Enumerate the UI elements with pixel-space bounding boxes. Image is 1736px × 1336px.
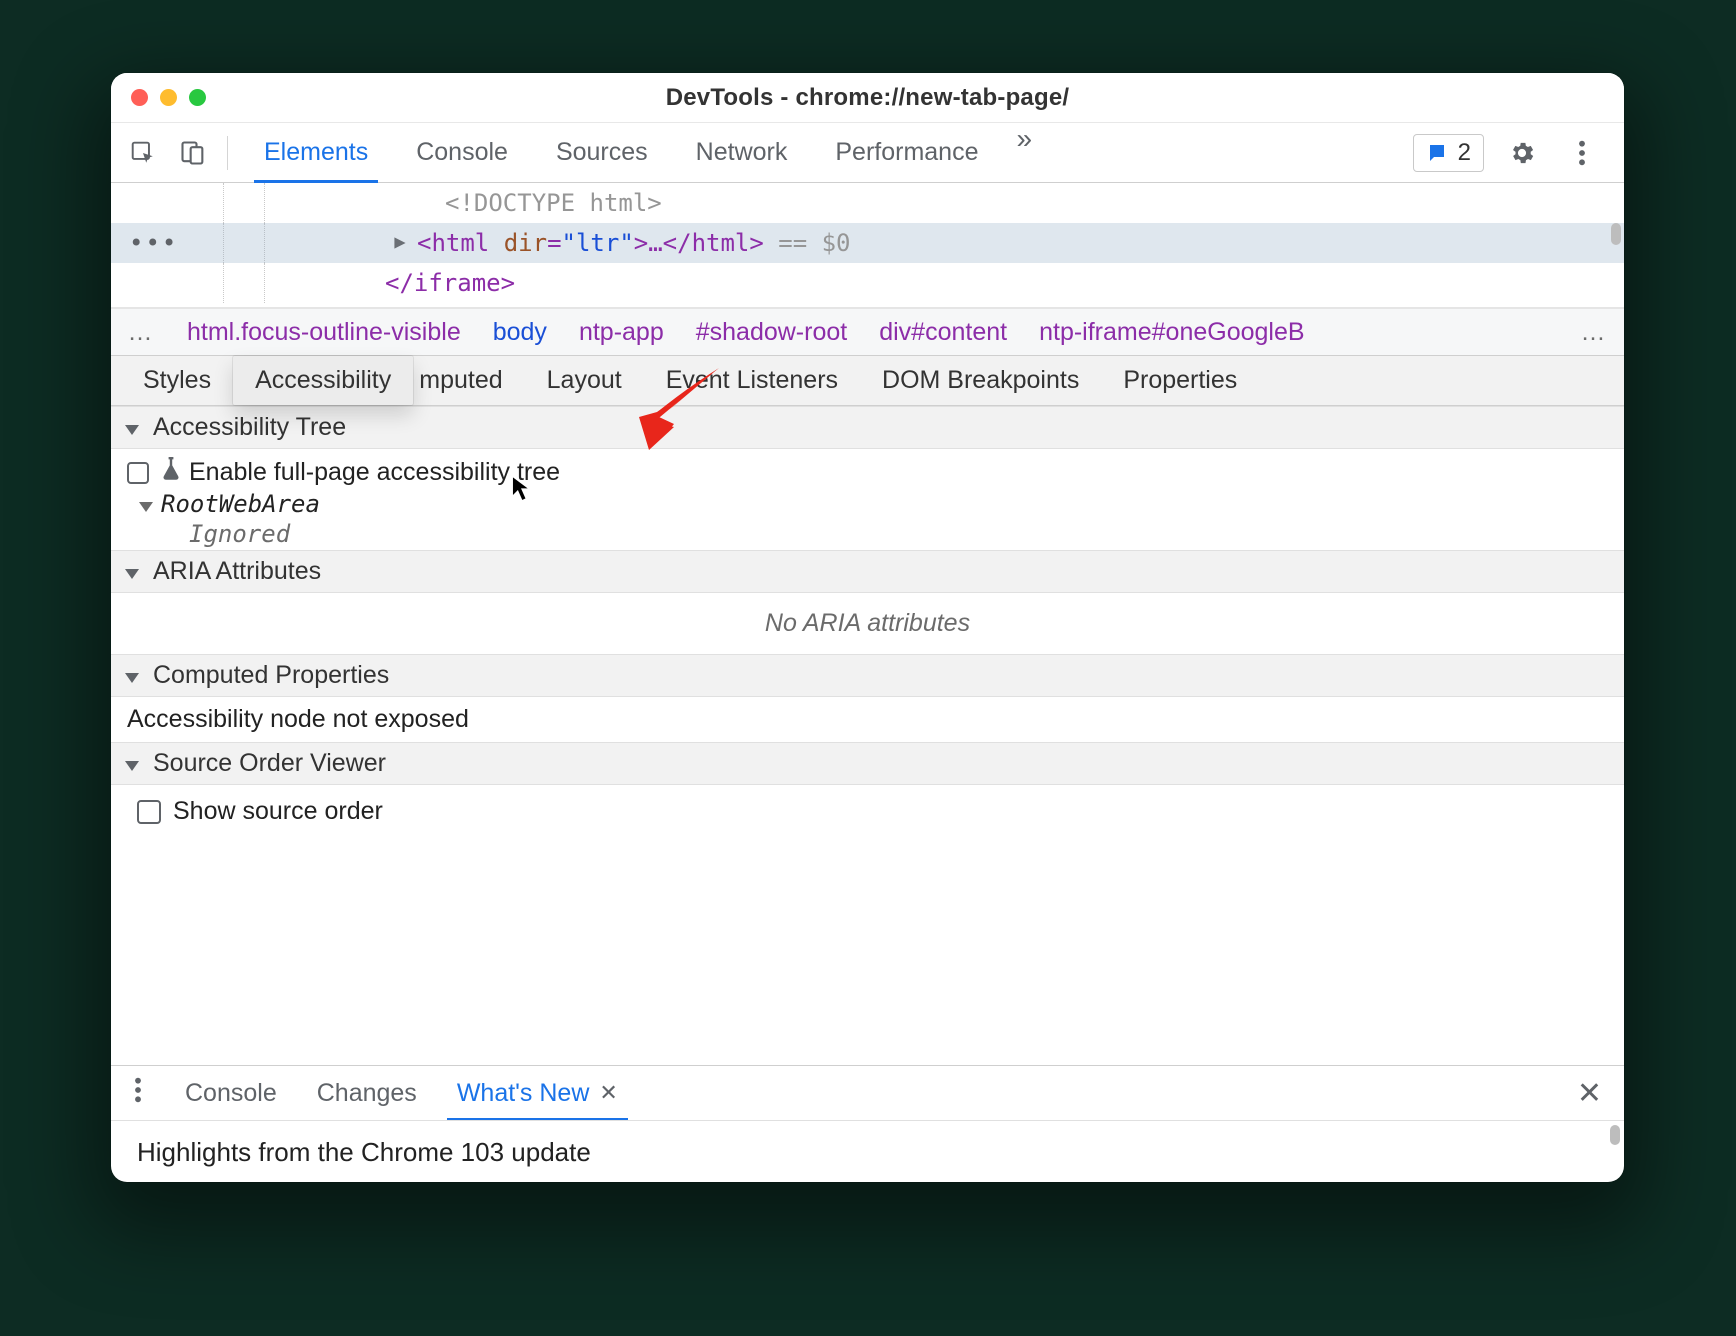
dom-tree[interactable]: <!DOCTYPE html> ••• <html dir="ltr">…</h… [111,183,1624,308]
dom-line-selected[interactable]: ••• <html dir="ltr">…</html> == $0 [111,223,1624,263]
settings-gear-icon[interactable] [1500,131,1544,175]
window-title: DevTools - chrome://new-tab-page/ [111,84,1624,112]
enable-full-page-tree-row[interactable]: Enable full-page accessibility tree [127,457,1608,488]
tree-ignored-row: Ignored [127,520,1608,548]
whats-new-heading: Highlights from the Chrome 103 update [137,1137,591,1167]
subtab-properties[interactable]: Properties [1101,356,1259,405]
tab-console[interactable]: Console [392,123,532,182]
scrollbar-thumb[interactable] [1611,223,1621,245]
computed-not-exposed: Accessibility node not exposed [111,697,1624,742]
kebab-menu-icon[interactable] [1560,131,1604,175]
dom-line[interactable]: </iframe> [111,263,1624,303]
drawer-tab-whats-new[interactable]: What's New ✕ [437,1066,638,1120]
breadcrumb-item[interactable]: html.focus-outline-visible [171,318,477,347]
more-tabs-icon[interactable]: » [1002,123,1046,182]
issues-count: 2 [1458,139,1471,167]
drawer-tab-changes[interactable]: Changes [297,1066,437,1120]
close-tab-icon[interactable]: ✕ [599,1080,617,1106]
subtab-event-listeners[interactable]: Event Listeners [644,356,860,405]
section-source-order-viewer[interactable]: Source Order Viewer [111,742,1624,785]
main-tabs: Elements Console Sources Network Perform… [240,123,1046,182]
section-aria-attributes[interactable]: ARIA Attributes [111,550,1624,593]
tab-elements[interactable]: Elements [240,123,392,182]
drawer-kebab-icon[interactable] [111,1076,165,1111]
breadcrumb-item[interactable]: div#content [863,318,1023,347]
section-title: ARIA Attributes [153,557,321,586]
tab-performance[interactable]: Performance [811,123,1002,182]
close-window-button[interactable] [131,89,148,106]
window-controls [111,89,206,106]
show-source-order-row[interactable]: Show source order [137,797,1604,826]
drawer: Console Changes What's New ✕ ✕ Highlight… [111,1065,1624,1182]
dom-line[interactable]: <!DOCTYPE html> [111,183,1624,223]
expand-icon [139,490,161,518]
checkbox-icon[interactable] [127,462,149,484]
section-computed-properties[interactable]: Computed Properties [111,654,1624,697]
inspect-element-icon[interactable] [121,131,165,175]
collapse-icon [125,557,145,586]
issues-badge[interactable]: 2 [1413,134,1484,172]
collapse-icon [125,413,145,442]
collapse-icon [125,749,145,778]
dom-tag: <html [417,223,504,263]
section-title: Computed Properties [153,661,389,690]
subtab-accessibility[interactable]: Accessibility [233,356,413,405]
drawer-tab-console[interactable]: Console [165,1066,297,1120]
close-drawer-icon[interactable]: ✕ [1555,1076,1624,1111]
tree-node-label: RootWebArea [161,490,320,518]
section-accessibility-tree[interactable]: Accessibility Tree [111,406,1624,449]
section-title: Accessibility Tree [153,413,346,442]
tab-network[interactable]: Network [672,123,812,182]
scrollbar-thumb[interactable] [1610,1125,1620,1145]
minimize-window-button[interactable] [160,89,177,106]
toolbar-divider [227,136,228,170]
aria-empty-message: No ARIA attributes [111,593,1624,654]
subtab-computed[interactable]: mputed [413,356,524,405]
breadcrumb-item[interactable]: body [477,318,563,347]
collapse-icon [125,661,145,690]
tab-sources[interactable]: Sources [532,123,672,182]
accessibility-panel: Accessibility Tree Enable full-page acce… [111,406,1624,866]
drawer-tabs: Console Changes What's New ✕ ✕ [111,1066,1624,1120]
checkbox-icon[interactable] [137,800,161,824]
checkbox-label: Show source order [173,797,383,826]
device-toolbar-icon[interactable] [171,131,215,175]
section-title: Source Order Viewer [153,749,386,778]
drawer-body: Highlights from the Chrome 103 update [111,1120,1624,1182]
breadcrumb-item[interactable]: ntp-iframe#oneGoogleB [1023,318,1320,347]
subtab-layout[interactable]: Layout [525,356,644,405]
breadcrumb-item[interactable]: #shadow-root [680,318,863,347]
breadcrumb-item[interactable]: ntp-app [563,318,680,347]
breadcrumb-overflow-left[interactable]: … [111,318,171,347]
zoom-window-button[interactable] [189,89,206,106]
subtab-styles[interactable]: Styles [121,356,233,405]
subtab-dom-breakpoints[interactable]: DOM Breakpoints [860,356,1101,405]
titlebar: DevTools - chrome://new-tab-page/ [111,73,1624,123]
breadcrumb-overflow-right[interactable]: … [1564,318,1624,347]
experiment-flask-icon [161,457,181,488]
toolbar-right: 2 [1413,131,1614,175]
main-toolbar: Elements Console Sources Network Perform… [111,123,1624,183]
devtools-window: DevTools - chrome://new-tab-page/ Elemen… [111,73,1624,1182]
tree-root-row[interactable]: RootWebArea [127,488,1608,520]
drawer-tab-label: What's New [457,1079,590,1108]
checkbox-label: Enable full-page accessibility tree [189,458,560,487]
elements-subtabs: Styles Accessibility mputed Layout Event… [111,356,1624,406]
breadcrumb: … html.focus-outline-visible body ntp-ap… [111,308,1624,356]
